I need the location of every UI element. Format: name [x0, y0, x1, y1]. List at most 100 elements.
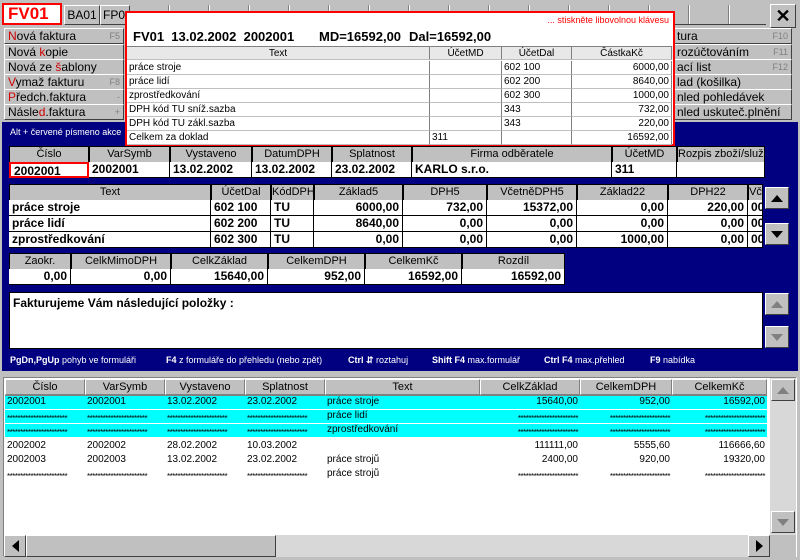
items-col-header: DPH22: [668, 184, 748, 201]
note-scroll-up[interactable]: [765, 293, 789, 315]
close-button[interactable]: ✕: [770, 4, 796, 28]
invoice-col-header: Číslo: [9, 146, 89, 163]
menu-label-post: ymaž fakturu: [15, 75, 85, 89]
tab-ba01[interactable]: BA01: [64, 5, 100, 25]
list-row[interactable]: *********************** *****************…: [5, 424, 767, 437]
items-scroll-down[interactable]: [765, 223, 789, 245]
list-col-header[interactable]: CelkemDPH: [580, 379, 672, 395]
items-cell[interactable]: 602 300: [211, 232, 271, 248]
items-cell[interactable]: 0,00: [668, 216, 748, 232]
list-scroll-down[interactable]: [771, 511, 795, 533]
items-cell[interactable]: TU: [271, 232, 314, 248]
list-scroll-right[interactable]: [748, 535, 770, 557]
menu-item[interactable]: Násled.faktura +: [4, 104, 124, 120]
invoice-field[interactable]: [677, 162, 765, 178]
invoice-field[interactable]: 23.02.2002: [332, 162, 412, 178]
list-col-header[interactable]: Vystaveno: [165, 379, 245, 395]
list-row[interactable]: *********************** *****************…: [5, 468, 767, 481]
list-row[interactable]: *********************** *****************…: [5, 410, 767, 423]
list-col-header[interactable]: CelkZáklad: [480, 379, 580, 395]
items-cell[interactable]: 0,00: [577, 216, 668, 232]
scroll-corner: [770, 535, 796, 557]
list-row[interactable]: 2002002 2002002 28.02.2002 10.03.2002 111111…: [5, 440, 767, 453]
popup-dal: Dal=16592,00: [409, 29, 492, 44]
items-cell[interactable]: 220,00: [668, 200, 748, 216]
list-cell: 13.02.2002: [167, 396, 218, 407]
list-col-header[interactable]: Číslo: [5, 379, 85, 395]
menu-item[interactable]: Vymaž fakturu F8: [4, 74, 124, 90]
menu-item[interactable]: Předch.faktura -: [4, 89, 124, 105]
popup-cell: práce stroje: [127, 61, 430, 75]
list-scroll-left[interactable]: [4, 535, 26, 557]
menu-item[interactable]: Nová ze šablony: [4, 59, 124, 75]
items-cell[interactable]: 0,00: [668, 232, 748, 248]
items-cell[interactable]: 0,00: [487, 232, 577, 248]
list-row[interactable]: 2002001 2002001 13.02.2002 23.02.2002 práce …: [5, 396, 767, 409]
menu-item[interactable]: rozúčtováním F11: [672, 44, 792, 60]
items-cell[interactable]: TU: [271, 216, 314, 232]
items-cell[interactable]: 15372,00: [487, 200, 577, 216]
list-cell: ***********************: [517, 428, 579, 437]
items-cell[interactable]: 1000,00: [577, 232, 668, 248]
menu-item[interactable]: nled uskuteč.plnění: [672, 104, 792, 120]
list-col-header[interactable]: CelkemKč: [672, 379, 767, 395]
popup-cell: 220,00: [572, 117, 672, 131]
menu-item[interactable]: lad (košilka): [672, 74, 792, 90]
hint-text: nabídka: [660, 355, 696, 365]
invoice-field[interactable]: 13.02.2002: [252, 162, 332, 178]
list-cell: práce stroje: [327, 396, 380, 407]
items-cell[interactable]: 0,00: [403, 216, 487, 232]
items-cell[interactable]: 602 200: [211, 216, 271, 232]
items-cell[interactable]: 0,00: [314, 232, 403, 248]
popup-cell: [430, 103, 502, 117]
items-cell[interactable]: TU: [271, 200, 314, 216]
menu-label: rozúčtováním: [677, 45, 750, 59]
menu-item[interactable]: Nová faktura F5: [4, 28, 124, 44]
items-cell[interactable]: 602 100: [211, 200, 271, 216]
list-cell: 2002003: [7, 454, 46, 465]
note-scroll-down[interactable]: [765, 326, 789, 348]
totals-value[interactable]: 16592,00: [462, 269, 565, 285]
menu-item[interactable]: ací list F12: [672, 59, 792, 75]
items-cell[interactable]: práce stroje: [9, 200, 211, 216]
invoice-col-header: DatumDPH: [252, 146, 332, 163]
list-col-header[interactable]: Text: [325, 379, 480, 395]
items-cell[interactable]: 0,00: [403, 232, 487, 248]
items-cell[interactable]: 732,00: [403, 200, 487, 216]
totals-value[interactable]: 16592,00: [365, 269, 462, 285]
note-area[interactable]: Fakturujeme Vám následující položky :: [9, 292, 763, 349]
invoice-field[interactable]: 13.02.2002: [170, 162, 252, 178]
menu-item[interactable]: tura F10: [672, 28, 792, 44]
menu-item[interactable]: Nová kopie: [4, 44, 124, 60]
list-scroll-up[interactable]: [771, 379, 795, 401]
totals-value[interactable]: 15640,00: [171, 269, 268, 285]
keyboard-hint: F9 nabídka: [650, 355, 695, 365]
list-cell: ***********************: [167, 414, 228, 423]
posting-popup[interactable]: ... stiskněte libovolnou klávesu FV01 13…: [125, 11, 675, 146]
list-col-header[interactable]: VarSymb: [85, 379, 165, 395]
list-hscroll-thumb[interactable]: [26, 535, 276, 557]
items-cell[interactable]: práce lidí: [9, 216, 211, 232]
list-row[interactable]: 2002003 2002003 13.02.2002 23.02.2002 práce …: [5, 454, 767, 467]
popup-title: FV01 13.02.2002 2002001: [133, 29, 295, 44]
invoice-field[interactable]: 2002001: [9, 162, 89, 178]
totals-value[interactable]: 0,00: [71, 269, 171, 285]
invoice-field[interactable]: KARLO s.r.o.: [412, 162, 612, 178]
invoice-field[interactable]: 2002001: [89, 162, 170, 178]
items-cell[interactable]: 8640,00: [314, 216, 403, 232]
totals-value[interactable]: 0,00: [9, 269, 71, 285]
list-col-header[interactable]: Splatnost: [245, 379, 325, 395]
items-cell[interactable]: 0,00: [577, 200, 668, 216]
totals-value[interactable]: 952,00: [268, 269, 365, 285]
items-cell[interactable]: 00: [748, 200, 763, 216]
items-scroll-up[interactable]: [765, 187, 789, 209]
hint-key: Ctrl F4: [544, 355, 573, 365]
items-cell[interactable]: 00: [748, 216, 763, 232]
items-cell[interactable]: 6000,00: [314, 200, 403, 216]
items-cell[interactable]: zprostředkování: [9, 232, 211, 248]
menu-item[interactable]: nled pohledávek: [672, 89, 792, 105]
invoice-field[interactable]: 311: [612, 162, 677, 178]
items-cell[interactable]: 00: [748, 232, 763, 248]
items-cell[interactable]: 0,00: [487, 216, 577, 232]
list-cell: ***********************: [167, 472, 228, 481]
